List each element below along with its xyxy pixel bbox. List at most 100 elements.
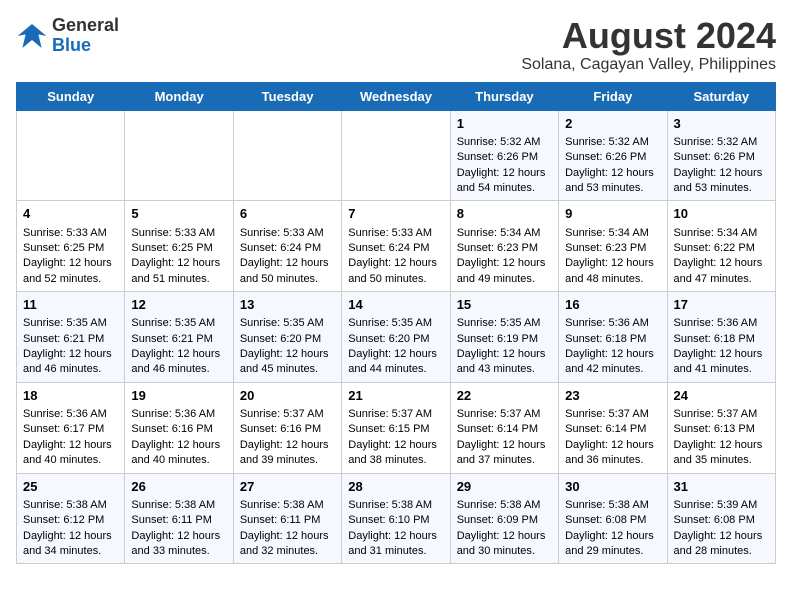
calendar-day-cell: 20Sunrise: 5:37 AMSunset: 6:16 PMDayligh… [233,382,341,473]
sunset-text: Sunset: 6:21 PM [23,332,118,347]
daylight-text: Daylight: 12 hours and 47 minutes. [674,256,769,287]
logo-line2: Blue [52,36,119,56]
sunset-text: Sunset: 6:13 PM [674,422,769,437]
day-number: 6 [240,205,335,223]
daylight-text: Daylight: 12 hours and 44 minutes. [348,347,443,378]
daylight-text: Daylight: 12 hours and 29 minutes. [565,529,660,560]
daylight-text: Daylight: 12 hours and 53 minutes. [565,166,660,197]
sunset-text: Sunset: 6:22 PM [674,241,769,256]
daylight-text: Daylight: 12 hours and 32 minutes. [240,529,335,560]
daylight-text: Daylight: 12 hours and 33 minutes. [131,529,226,560]
sunrise-text: Sunrise: 5:35 AM [131,316,226,331]
sunrise-text: Sunrise: 5:38 AM [348,498,443,513]
calendar-day-cell: 31Sunrise: 5:39 AMSunset: 6:08 PMDayligh… [667,473,775,564]
day-number: 23 [565,387,660,405]
calendar-day-cell: 13Sunrise: 5:35 AMSunset: 6:20 PMDayligh… [233,292,341,383]
logo-text: General Blue [52,16,119,56]
calendar-day-cell: 17Sunrise: 5:36 AMSunset: 6:18 PMDayligh… [667,292,775,383]
calendar-day-cell: 11Sunrise: 5:35 AMSunset: 6:21 PMDayligh… [17,292,125,383]
page-subtitle: Solana, Cagayan Valley, Philippines [521,56,776,74]
sunset-text: Sunset: 6:17 PM [23,422,118,437]
daylight-text: Daylight: 12 hours and 40 minutes. [131,438,226,469]
sunrise-text: Sunrise: 5:33 AM [23,226,118,241]
sunrise-text: Sunrise: 5:37 AM [240,407,335,422]
day-number: 31 [674,478,769,496]
day-number: 29 [457,478,552,496]
calendar-day-cell: 21Sunrise: 5:37 AMSunset: 6:15 PMDayligh… [342,382,450,473]
day-number: 5 [131,205,226,223]
sunrise-text: Sunrise: 5:37 AM [674,407,769,422]
daylight-text: Daylight: 12 hours and 54 minutes. [457,166,552,197]
day-number: 20 [240,387,335,405]
day-number: 11 [23,296,118,314]
calendar-header-row: SundayMondayTuesdayWednesdayThursdayFrid… [17,82,776,110]
sunset-text: Sunset: 6:08 PM [674,513,769,528]
sunrise-text: Sunrise: 5:32 AM [674,135,769,150]
calendar-day-cell: 28Sunrise: 5:38 AMSunset: 6:10 PMDayligh… [342,473,450,564]
calendar-week-row: 18Sunrise: 5:36 AMSunset: 6:17 PMDayligh… [17,382,776,473]
weekday-header: Thursday [450,82,558,110]
sunset-text: Sunset: 6:18 PM [565,332,660,347]
day-number: 7 [348,205,443,223]
calendar-day-cell: 15Sunrise: 5:35 AMSunset: 6:19 PMDayligh… [450,292,558,383]
weekday-header: Wednesday [342,82,450,110]
sunset-text: Sunset: 6:26 PM [457,150,552,165]
sunrise-text: Sunrise: 5:32 AM [457,135,552,150]
day-number: 27 [240,478,335,496]
sunset-text: Sunset: 6:19 PM [457,332,552,347]
sunset-text: Sunset: 6:14 PM [565,422,660,437]
page-header: General Blue August 2024 Solana, Cagayan… [16,16,776,74]
calendar-day-cell: 22Sunrise: 5:37 AMSunset: 6:14 PMDayligh… [450,382,558,473]
calendar-day-cell: 5Sunrise: 5:33 AMSunset: 6:25 PMDaylight… [125,201,233,292]
sunrise-text: Sunrise: 5:39 AM [674,498,769,513]
calendar-day-cell: 29Sunrise: 5:38 AMSunset: 6:09 PMDayligh… [450,473,558,564]
sunrise-text: Sunrise: 5:38 AM [565,498,660,513]
sunset-text: Sunset: 6:11 PM [131,513,226,528]
calendar-day-cell: 14 Sunrise: 5:35 AMSunset: 6:20 PMDayligh… [342,292,450,383]
sunrise-text: Sunrise: 5:38 AM [131,498,226,513]
daylight-text: Daylight: 12 hours and 50 minutes. [348,256,443,287]
sunrise-text: Sunrise: 5:33 AM [348,226,443,241]
weekday-header: Friday [559,82,667,110]
sunrise-text: Sunrise: 5:35 AM [240,316,335,331]
sunset-text: Sunset: 6:11 PM [240,513,335,528]
daylight-text: Daylight: 12 hours and 37 minutes. [457,438,552,469]
logo-line1: General [52,16,119,36]
daylight-text: Daylight: 12 hours and 46 minutes. [131,347,226,378]
sunset-text: Sunset: 6:23 PM [565,241,660,256]
day-number: 10 [674,205,769,223]
day-number: 2 [565,115,660,133]
day-number: 16 [565,296,660,314]
sunrise-text: Sunrise: 5:34 AM [674,226,769,241]
sunrise-text: Sunrise: 5:38 AM [240,498,335,513]
calendar-table: SundayMondayTuesdayWednesdayThursdayFrid… [16,82,776,565]
calendar-day-cell: 12Sunrise: 5:35 AMSunset: 6:21 PMDayligh… [125,292,233,383]
sunrise-text: Sunrise: 5:36 AM [674,316,769,331]
day-number: 14 [348,296,443,314]
calendar-day-cell [233,110,341,201]
day-number: 24 [674,387,769,405]
daylight-text: Daylight: 12 hours and 39 minutes. [240,438,335,469]
day-number: 22 [457,387,552,405]
sunrise-text: Sunrise: 5:35 AM [348,316,443,331]
sunset-text: Sunset: 6:15 PM [348,422,443,437]
day-number: 25 [23,478,118,496]
sunrise-text: Sunrise: 5:34 AM [565,226,660,241]
calendar-day-cell: 25Sunrise: 5:38 AMSunset: 6:12 PMDayligh… [17,473,125,564]
calendar-day-cell: 3Sunrise: 5:32 AMSunset: 6:26 PMDaylight… [667,110,775,201]
weekday-header: Tuesday [233,82,341,110]
sunset-text: Sunset: 6:25 PM [23,241,118,256]
sunset-text: Sunset: 6:20 PM [348,332,443,347]
daylight-text: Daylight: 12 hours and 49 minutes. [457,256,552,287]
day-number: 30 [565,478,660,496]
sunset-text: Sunset: 6:25 PM [131,241,226,256]
weekday-header: Saturday [667,82,775,110]
daylight-text: Daylight: 12 hours and 53 minutes. [674,166,769,197]
logo: General Blue [16,16,119,56]
sunrise-text: Sunrise: 5:33 AM [240,226,335,241]
sunrise-text: Sunrise: 5:36 AM [565,316,660,331]
calendar-day-cell: 30Sunrise: 5:38 AMSunset: 6:08 PMDayligh… [559,473,667,564]
daylight-text: Daylight: 12 hours and 42 minutes. [565,347,660,378]
daylight-text: Daylight: 12 hours and 41 minutes. [674,347,769,378]
sunset-text: Sunset: 6:26 PM [565,150,660,165]
